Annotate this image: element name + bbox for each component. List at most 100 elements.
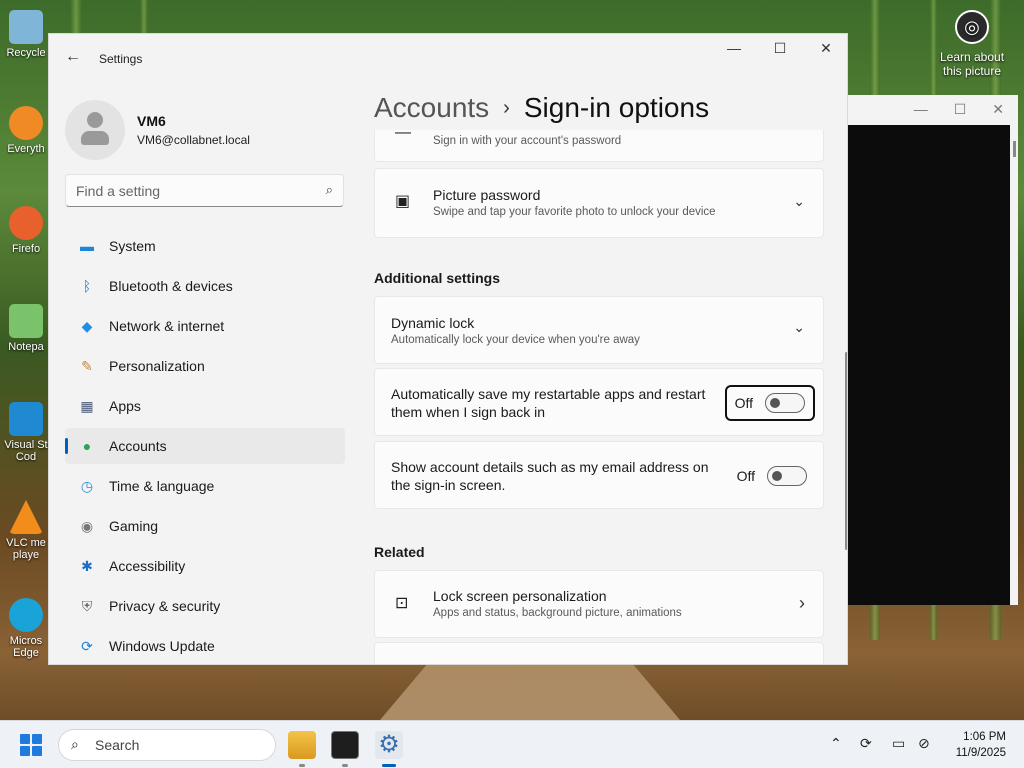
sidebar-item-personalization[interactable]: ✎ Personalization xyxy=(65,348,345,384)
chevron-down-icon: ⌄ xyxy=(793,319,805,335)
desktop-icon-edge[interactable]: Micros Edge xyxy=(0,598,52,659)
chevron-down-icon: ⌄ xyxy=(793,193,805,209)
password-sub: Sign in with your account's password xyxy=(433,135,622,147)
desktop-icon-recycle-bin[interactable]: Recycle xyxy=(0,10,52,59)
lock-screen-sub: Apps and status, background picture, ani… xyxy=(433,607,682,619)
sidebar-item-accessibility[interactable]: ✱ Accessibility xyxy=(65,548,345,584)
search-icon: ⌕ xyxy=(325,182,333,197)
file-explorer-icon[interactable] xyxy=(288,731,316,759)
background-console-window[interactable]: — ☐ ✕ xyxy=(848,95,1018,605)
sidebar-item-apps[interactable]: ▦ Apps xyxy=(65,388,345,424)
time-language-icon: ◷ xyxy=(80,478,94,494)
find-setting-input[interactable]: Find a setting ⌕ xyxy=(65,174,344,207)
chevron-right-icon: › xyxy=(799,593,805,613)
auto-restart-toggle[interactable]: Off xyxy=(724,385,815,421)
chevron-up-icon[interactable]: ⌃ xyxy=(830,735,842,752)
sidebar-item-accounts[interactable]: ● Accounts xyxy=(65,428,345,464)
picture-password-sub: Swipe and tap your favorite photo to unl… xyxy=(433,206,716,218)
volume-muted-icon[interactable]: ⊘ xyxy=(918,735,930,752)
chevron-right-icon: › xyxy=(503,97,510,119)
account-details-text: Show account details such as my email ad… xyxy=(391,459,709,493)
windows-update-icon: ⟳ xyxy=(81,638,93,654)
learn-about-picture[interactable]: ◎ Learn about this picture xyxy=(932,10,1012,78)
desktop-icon-everything[interactable]: Everyth xyxy=(0,106,52,155)
search-icon: ⌕ xyxy=(71,736,79,752)
lock-screen-title: Lock screen personalization xyxy=(433,588,607,604)
camera-icon: ◎ xyxy=(955,10,989,44)
password-card[interactable]: — Sign in with your account's password xyxy=(374,124,824,162)
sidebar-item-privacy[interactable]: ⛨ Privacy & security xyxy=(65,588,345,624)
breadcrumb-parent[interactable]: Accounts xyxy=(374,92,489,123)
accessibility-icon: ✱ xyxy=(81,558,93,574)
sidebar-item-network[interactable]: ◆ Network & internet xyxy=(65,308,345,344)
settings-gear-icon[interactable]: ⚙ xyxy=(375,731,403,759)
sidebar-nav: ▬ System ᛒ Bluetooth & devices ◆ Network… xyxy=(65,228,345,664)
taskbar-search[interactable]: ⌕ Search xyxy=(58,729,276,761)
desktop-icon-vlc[interactable]: VLC me playe xyxy=(0,500,52,561)
dynamic-lock-card[interactable]: Dynamic lock Automatically lock your dev… xyxy=(374,296,824,364)
everything-icon xyxy=(9,106,43,140)
breadcrumb: Accounts › Sign-in options xyxy=(374,92,709,124)
toggle-switch xyxy=(767,466,807,486)
running-indicator xyxy=(299,764,305,767)
next-related-card[interactable] xyxy=(374,642,824,664)
sidebar-item-system[interactable]: ▬ System xyxy=(65,228,345,264)
picture-icon: ▣ xyxy=(395,193,411,210)
lock-screen-icon: ⊡ xyxy=(395,595,409,612)
active-indicator xyxy=(382,764,396,767)
key-icon: — xyxy=(395,124,411,141)
search-placeholder: Find a setting xyxy=(76,183,161,199)
vscode-icon xyxy=(9,402,43,436)
dynamic-lock-title: Dynamic lock xyxy=(391,315,475,331)
settings-window: ← Settings — ☐ ✕ VM6 VM6@collabnet.local… xyxy=(48,33,848,665)
title-bar: ← Settings — ☐ ✕ xyxy=(49,34,847,82)
system-clock[interactable]: 1:06 PM 11/9/2025 xyxy=(956,729,1006,761)
vlc-icon xyxy=(9,500,43,534)
accounts-icon: ● xyxy=(82,438,92,454)
minimize-button[interactable]: — xyxy=(719,40,749,56)
edge-icon xyxy=(9,598,43,632)
auto-restart-state: Off xyxy=(734,395,753,411)
desktop-icon-vscode[interactable]: Visual St Cod xyxy=(0,402,52,463)
bluetooth-icon: ᛒ xyxy=(82,278,92,294)
apps-icon: ▦ xyxy=(80,398,94,414)
console-area[interactable] xyxy=(848,125,1010,605)
additional-settings-heading: Additional settings xyxy=(374,270,500,286)
recycle-bin-icon xyxy=(9,10,43,44)
network-icon[interactable]: ▭ xyxy=(892,735,905,752)
auto-restart-text: Automatically save my restartable apps a… xyxy=(391,386,706,420)
account-details-state: Off xyxy=(736,468,755,484)
desktop-icon-notepad[interactable]: Notepa xyxy=(0,304,52,353)
sync-icon[interactable]: ⟳ xyxy=(860,735,872,752)
sidebar-item-gaming[interactable]: ◉ Gaming xyxy=(65,508,345,544)
running-indicator xyxy=(342,764,348,767)
app-title: Settings xyxy=(99,52,143,66)
minimize-icon[interactable]: — xyxy=(914,101,928,117)
dynamic-lock-sub: Automatically lock your device when you'… xyxy=(391,334,640,346)
close-icon[interactable]: ✕ xyxy=(992,101,1004,118)
firefox-icon xyxy=(9,206,43,240)
lock-screen-card[interactable]: ⊡ Lock screen personalization Apps and s… xyxy=(374,570,824,638)
account-details-toggle[interactable]: Off xyxy=(737,466,807,486)
start-button[interactable] xyxy=(20,734,42,756)
terminal-icon[interactable] xyxy=(331,731,359,759)
close-button[interactable]: ✕ xyxy=(811,40,841,57)
desktop-icon-firefox[interactable]: Firefo xyxy=(0,206,52,255)
taskbar: ⌕ Search ⚙ ⌃ ⟳ ▭ ⊘ 1:06 PM 11/9/2025 xyxy=(0,720,1024,768)
sidebar-item-bluetooth[interactable]: ᛒ Bluetooth & devices xyxy=(65,268,345,304)
back-arrow-icon[interactable]: ← xyxy=(65,48,81,66)
maximize-icon[interactable]: ☐ xyxy=(954,101,967,118)
console-scrollbar[interactable] xyxy=(1013,141,1016,157)
notepad-icon xyxy=(9,304,43,338)
sidebar-item-windows-update[interactable]: ⟳ Windows Update xyxy=(65,628,345,664)
picture-password-card[interactable]: ▣ Picture password Swipe and tap your fa… xyxy=(374,168,824,238)
user-profile: VM6 VM6@collabnet.local xyxy=(65,100,250,160)
sidebar-item-time-language[interactable]: ◷ Time & language xyxy=(65,468,345,504)
maximize-button[interactable]: ☐ xyxy=(765,40,795,57)
system-icon: ▬ xyxy=(80,238,94,254)
shield-icon: ⛨ xyxy=(81,598,93,614)
content-scrollbar[interactable] xyxy=(845,352,847,550)
toggle-switch xyxy=(765,393,805,413)
avatar xyxy=(65,100,125,160)
brush-icon: ✎ xyxy=(81,358,93,374)
